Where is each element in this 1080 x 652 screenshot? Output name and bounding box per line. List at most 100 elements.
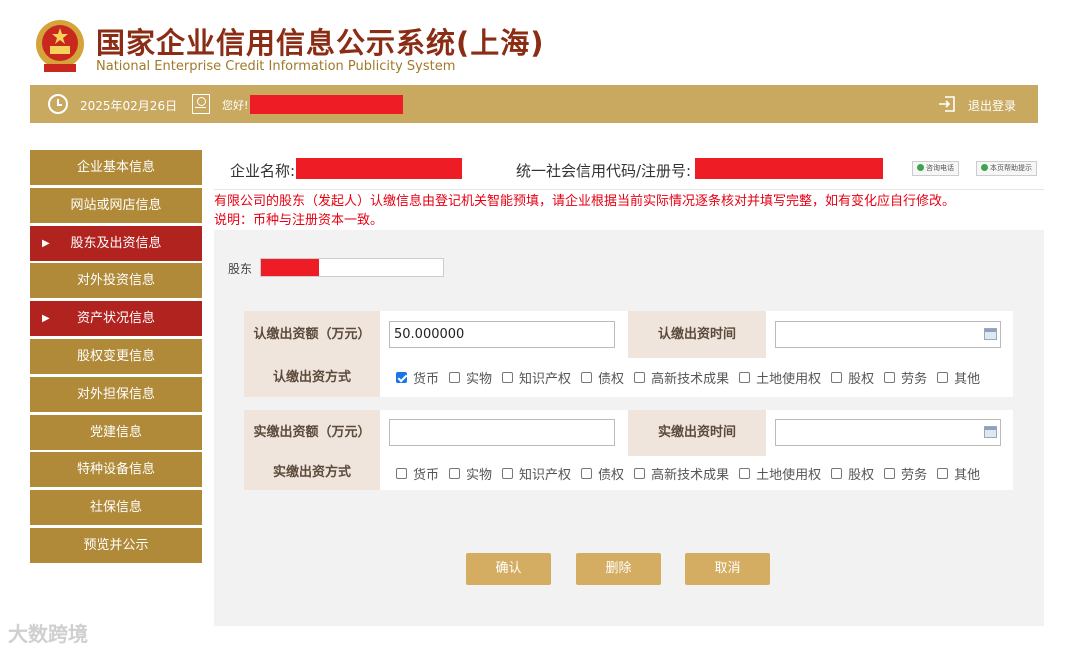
paid-option-land[interactable]: 土地使用权 bbox=[739, 464, 821, 483]
subscribed-option-currency[interactable]: 货币 bbox=[396, 368, 439, 387]
paid-option-currency[interactable]: 货币 bbox=[396, 464, 439, 483]
paid-method-row: 实缴出资方式 货币 实物 知识产权 债权 高新技术成果 土地使用权 股权 劳务 … bbox=[244, 456, 1013, 490]
checkbox[interactable] bbox=[449, 467, 461, 479]
sidebar-item-label: 社保信息 bbox=[89, 500, 142, 516]
calendar-icon[interactable] bbox=[984, 426, 997, 438]
option-label: 知识产权 bbox=[519, 467, 572, 483]
sidebar-item-special-equipment[interactable]: 特种设备信息 bbox=[30, 452, 202, 488]
sidebar-item-party-info[interactable]: 党建信息 bbox=[30, 414, 202, 450]
checkbox[interactable] bbox=[884, 467, 896, 479]
paid-option-ip[interactable]: 知识产权 bbox=[502, 464, 571, 483]
redacted-shareholder bbox=[261, 259, 319, 276]
help-icon bbox=[981, 164, 988, 171]
paid-time-input[interactable] bbox=[775, 419, 1001, 446]
option-label: 股权 bbox=[848, 372, 875, 387]
shareholder-field[interactable] bbox=[260, 258, 444, 277]
checkbox[interactable] bbox=[831, 467, 843, 479]
sidebar-item-label: 对外投资信息 bbox=[76, 273, 155, 289]
subscribed-option-equity[interactable]: 股权 bbox=[831, 368, 874, 387]
checkbox[interactable] bbox=[634, 467, 646, 479]
sidebar-item-label: 党建信息 bbox=[89, 424, 142, 440]
checkbox[interactable] bbox=[937, 467, 949, 479]
subscribed-option-ip[interactable]: 知识产权 bbox=[502, 368, 571, 387]
option-label: 实物 bbox=[466, 372, 493, 387]
option-label: 劳务 bbox=[901, 372, 928, 387]
confirm-button[interactable]: 确认 bbox=[466, 553, 551, 585]
user-icon bbox=[192, 94, 210, 114]
option-label: 债权 bbox=[598, 467, 625, 483]
option-label: 股权 bbox=[848, 467, 875, 483]
national-emblem-icon bbox=[36, 20, 84, 72]
checkbox[interactable] bbox=[634, 372, 646, 383]
subscribed-method-options: 货币 实物 知识产权 债权 高新技术成果 土地使用权 股权 劳务 其他 bbox=[396, 358, 990, 397]
redacted-username bbox=[250, 95, 403, 114]
checkbox[interactable] bbox=[502, 467, 514, 479]
current-date: 2025年02月26日 bbox=[80, 99, 178, 113]
sidebar-item-preview-publish[interactable]: 预览并公示 bbox=[30, 527, 202, 563]
paid-option-tech[interactable]: 高新技术成果 bbox=[634, 464, 729, 483]
subscribed-option-claim[interactable]: 债权 bbox=[581, 368, 624, 387]
checkbox[interactable] bbox=[396, 372, 407, 383]
sidebar-item-equity-change[interactable]: 股权变更信息 bbox=[30, 338, 202, 374]
help-button[interactable]: 本页帮助提示 bbox=[976, 161, 1037, 176]
checkbox[interactable] bbox=[831, 372, 843, 383]
sidebar-nav: 企业基本信息 网站或网店信息 ▶ 股东及出资信息 对外投资信息 ▶ 资产状况信息 股… bbox=[30, 150, 202, 566]
sidebar-item-label: 企业基本信息 bbox=[76, 160, 155, 175]
redacted-credit-code bbox=[695, 158, 883, 179]
cancel-button[interactable]: 取消 bbox=[685, 553, 770, 585]
paid-option-other[interactable]: 其他 bbox=[937, 464, 980, 483]
checkbox[interactable] bbox=[581, 467, 593, 479]
delete-button[interactable]: 删除 bbox=[576, 553, 661, 585]
sidebar-item-guarantee-info[interactable]: 对外担保信息 bbox=[30, 376, 202, 412]
shareholder-label: 股东 bbox=[228, 262, 253, 276]
subscribed-option-labor[interactable]: 劳务 bbox=[884, 368, 927, 387]
sidebar-item-label: 网站或网店信息 bbox=[70, 197, 162, 213]
sidebar-item-investment-info[interactable]: 对外投资信息 bbox=[30, 263, 202, 299]
subscribed-option-tech[interactable]: 高新技术成果 bbox=[634, 368, 729, 387]
subscribed-option-other[interactable]: 其他 bbox=[937, 368, 980, 387]
phone-button[interactable]: 咨询电话 bbox=[912, 161, 959, 176]
sidebar-item-label: 预览并公示 bbox=[83, 537, 149, 553]
checkbox[interactable] bbox=[884, 372, 896, 383]
clock-icon bbox=[48, 94, 68, 114]
sidebar-item-shareholder-info[interactable]: ▶ 股东及出资信息 bbox=[30, 225, 202, 261]
calendar-icon[interactable] bbox=[984, 328, 997, 340]
sidebar-item-label: 股权变更信息 bbox=[76, 348, 155, 364]
option-label: 知识产权 bbox=[519, 372, 572, 387]
logout-icon[interactable] bbox=[938, 95, 956, 113]
sidebar-item-social-security[interactable]: 社保信息 bbox=[30, 490, 202, 526]
logout-link[interactable]: 退出登录 bbox=[968, 97, 1016, 114]
paid-block: 实缴出资额（万元） 实缴出资时间 实缴出资方式 货币 实物 知识产权 债权 高新… bbox=[244, 410, 1013, 490]
subscribed-block: 认缴出资额（万元） 50.000000 认缴出资时间 认缴出资方式 货币 实物 … bbox=[244, 311, 1013, 397]
checkbox[interactable] bbox=[739, 372, 751, 383]
paid-option-physical[interactable]: 实物 bbox=[449, 464, 492, 483]
option-label: 货币 bbox=[413, 467, 440, 483]
subscribed-amount-input[interactable]: 50.000000 bbox=[389, 321, 615, 348]
subscribed-option-physical[interactable]: 实物 bbox=[449, 368, 492, 387]
checkbox[interactable] bbox=[581, 372, 593, 383]
top-bar: 2025年02月26日 您好! 退出登录 bbox=[30, 85, 1038, 123]
triangle-right-icon: ▶ bbox=[42, 237, 50, 249]
sidebar-item-website-info[interactable]: 网站或网店信息 bbox=[30, 187, 202, 223]
paid-option-equity[interactable]: 股权 bbox=[831, 464, 874, 483]
paid-amount-label: 实缴出资额（万元） bbox=[244, 410, 380, 456]
paid-option-claim[interactable]: 债权 bbox=[581, 464, 624, 483]
paid-option-labor[interactable]: 劳务 bbox=[884, 464, 927, 483]
option-label: 其他 bbox=[954, 372, 981, 387]
option-label: 债权 bbox=[598, 372, 625, 387]
sidebar-item-label: 对外担保信息 bbox=[76, 386, 155, 402]
phone-icon bbox=[917, 164, 924, 171]
credit-code-label: 统一社会信用代码/注册号: bbox=[516, 162, 692, 180]
checkbox[interactable] bbox=[937, 372, 949, 383]
sidebar-item-label: 股东及出资信息 bbox=[70, 235, 162, 251]
subscribed-time-input[interactable] bbox=[775, 321, 1001, 348]
checkbox[interactable] bbox=[502, 372, 514, 383]
sidebar-item-asset-info[interactable]: ▶ 资产状况信息 bbox=[30, 301, 202, 337]
checkbox[interactable] bbox=[449, 372, 461, 383]
checkbox[interactable] bbox=[396, 467, 407, 479]
subscribed-option-land[interactable]: 土地使用权 bbox=[739, 368, 821, 387]
sidebar-item-basic-info[interactable]: 企业基本信息 bbox=[30, 150, 202, 185]
checkbox[interactable] bbox=[739, 467, 751, 479]
paid-amount-input[interactable] bbox=[389, 419, 615, 446]
notice-text: 有限公司的股东（发起人）认缴信息由登记机关智能预填，请企业根据当前实际情况逐条核… bbox=[214, 192, 1044, 230]
